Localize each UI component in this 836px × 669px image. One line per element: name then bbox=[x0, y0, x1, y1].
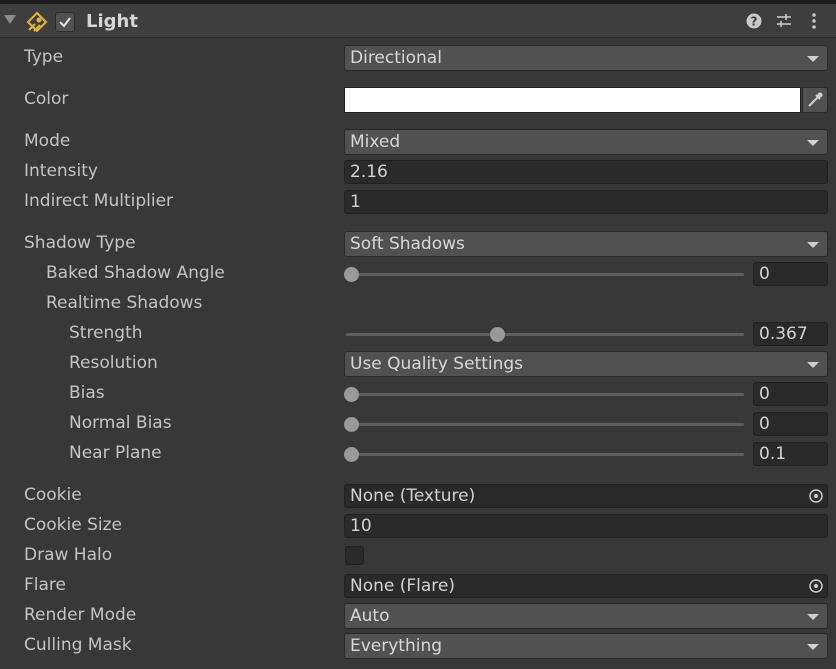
near-plane-label: Near Plane bbox=[69, 443, 162, 463]
resolution-label: Resolution bbox=[69, 353, 158, 373]
cookie-size-field[interactable]: 10 bbox=[344, 514, 828, 538]
resolution-value: Use Quality Settings bbox=[350, 354, 524, 374]
svg-text:?: ? bbox=[751, 15, 758, 29]
component-header[interactable]: Light ? bbox=[0, 0, 836, 38]
object-picker-icon[interactable] bbox=[807, 577, 825, 595]
fold-triangle-icon[interactable] bbox=[4, 15, 16, 24]
shadow-type-label: Shadow Type bbox=[24, 233, 136, 253]
chevron-down-icon bbox=[807, 242, 819, 248]
bias-field[interactable]: 0 bbox=[753, 382, 828, 406]
strength-label: Strength bbox=[69, 323, 143, 343]
slider-track[interactable] bbox=[346, 393, 744, 396]
light-component-icon bbox=[26, 11, 48, 33]
culling-mask-dropdown[interactable]: Everything bbox=[344, 633, 828, 659]
slider-thumb[interactable] bbox=[490, 327, 506, 342]
cookie-size-row: Cookie Size 10 bbox=[0, 511, 836, 541]
draw-halo-row: Draw Halo bbox=[0, 541, 836, 571]
bias-label: Bias bbox=[69, 383, 105, 403]
type-value: Directional bbox=[350, 48, 442, 68]
indirect-multiplier-label: Indirect Multiplier bbox=[24, 191, 174, 211]
flare-row: Flare None (Flare) bbox=[0, 571, 836, 601]
render-mode-label: Render Mode bbox=[24, 605, 137, 625]
resolution-row: Resolution Use Quality Settings bbox=[0, 349, 836, 379]
mode-value: Mixed bbox=[350, 132, 401, 152]
strength-row: Strength 0.367 bbox=[0, 319, 836, 349]
type-dropdown[interactable]: Directional bbox=[344, 45, 828, 71]
slider-track[interactable] bbox=[346, 423, 744, 426]
culling-mask-value: Everything bbox=[350, 636, 443, 656]
enabled-checkbox[interactable] bbox=[55, 12, 75, 32]
eyedropper-button[interactable] bbox=[802, 87, 828, 113]
object-picker-icon[interactable] bbox=[807, 487, 825, 505]
color-label: Color bbox=[24, 89, 69, 109]
intensity-label: Intensity bbox=[24, 161, 98, 181]
slider-track[interactable] bbox=[346, 453, 744, 456]
draw-halo-checkbox[interactable] bbox=[345, 546, 364, 565]
eyedropper-icon bbox=[808, 92, 823, 107]
slider-thumb[interactable] bbox=[344, 417, 359, 432]
chevron-down-icon bbox=[807, 56, 819, 62]
slider-thumb[interactable] bbox=[344, 387, 359, 402]
component-title: Light bbox=[86, 11, 138, 32]
presets-icon[interactable] bbox=[775, 12, 793, 30]
slider-thumb[interactable] bbox=[344, 267, 359, 282]
flare-object-field[interactable]: None (Flare) bbox=[344, 574, 828, 598]
context-menu-icon[interactable] bbox=[805, 12, 823, 30]
cookie-row: Cookie None (Texture) bbox=[0, 481, 836, 511]
cookie-size-label: Cookie Size bbox=[24, 515, 122, 535]
slider-track[interactable] bbox=[346, 333, 744, 336]
mode-dropdown[interactable]: Mixed bbox=[344, 129, 828, 155]
type-row: Type Directional bbox=[0, 43, 836, 73]
baked-shadow-angle-label: Baked Shadow Angle bbox=[46, 263, 225, 283]
baked-shadow-angle-field[interactable]: 0 bbox=[753, 262, 828, 286]
realtime-shadows-label: Realtime Shadows bbox=[46, 293, 203, 313]
indirect-multiplier-field[interactable]: 1 bbox=[344, 190, 828, 214]
bias-row: Bias 0 bbox=[0, 379, 836, 409]
intensity-row: Intensity 2.16 bbox=[0, 157, 836, 187]
render-mode-value: Auto bbox=[350, 606, 390, 626]
culling-mask-label: Culling Mask bbox=[24, 635, 132, 655]
shadow-type-value: Soft Shadows bbox=[350, 234, 465, 254]
mode-label: Mode bbox=[24, 131, 71, 151]
flare-label: Flare bbox=[24, 575, 66, 595]
chevron-down-icon bbox=[807, 362, 819, 368]
normal-bias-label: Normal Bias bbox=[69, 413, 172, 433]
cookie-object-field[interactable]: None (Texture) bbox=[344, 484, 828, 508]
slider-track[interactable] bbox=[346, 273, 744, 276]
culling-mask-row: Culling Mask Everything bbox=[0, 631, 836, 661]
normal-bias-row: Normal Bias 0 bbox=[0, 409, 836, 439]
color-swatch[interactable] bbox=[344, 87, 801, 113]
color-row: Color bbox=[0, 85, 836, 115]
strength-field[interactable]: 0.367 bbox=[753, 322, 828, 346]
baked-shadow-angle-row: Baked Shadow Angle 0 bbox=[0, 259, 836, 289]
chevron-down-icon bbox=[807, 644, 819, 650]
chevron-down-icon bbox=[807, 140, 819, 146]
mode-row: Mode Mixed bbox=[0, 127, 836, 157]
render-mode-row: Render Mode Auto bbox=[0, 601, 836, 631]
indirect-multiplier-row: Indirect Multiplier 1 bbox=[0, 187, 836, 217]
type-label: Type bbox=[24, 47, 64, 67]
cookie-label: Cookie bbox=[24, 485, 82, 505]
normal-bias-field[interactable]: 0 bbox=[753, 412, 828, 436]
checkmark-icon bbox=[59, 17, 71, 28]
cookie-value: None (Texture) bbox=[350, 486, 476, 506]
help-icon[interactable]: ? bbox=[745, 12, 763, 30]
near-plane-field[interactable]: 0.1 bbox=[753, 442, 828, 466]
slider-thumb[interactable] bbox=[344, 447, 359, 462]
intensity-field[interactable]: 2.16 bbox=[344, 160, 828, 184]
near-plane-row: Near Plane 0.1 bbox=[0, 439, 836, 469]
draw-halo-label: Draw Halo bbox=[24, 545, 113, 565]
shadow-type-row: Shadow Type Soft Shadows bbox=[0, 229, 836, 259]
chevron-down-icon bbox=[807, 614, 819, 620]
realtime-shadows-row: Realtime Shadows bbox=[0, 289, 836, 319]
shadow-type-dropdown[interactable]: Soft Shadows bbox=[344, 231, 828, 257]
render-mode-dropdown[interactable]: Auto bbox=[344, 603, 828, 629]
resolution-dropdown[interactable]: Use Quality Settings bbox=[344, 351, 828, 377]
flare-value: None (Flare) bbox=[350, 576, 456, 596]
